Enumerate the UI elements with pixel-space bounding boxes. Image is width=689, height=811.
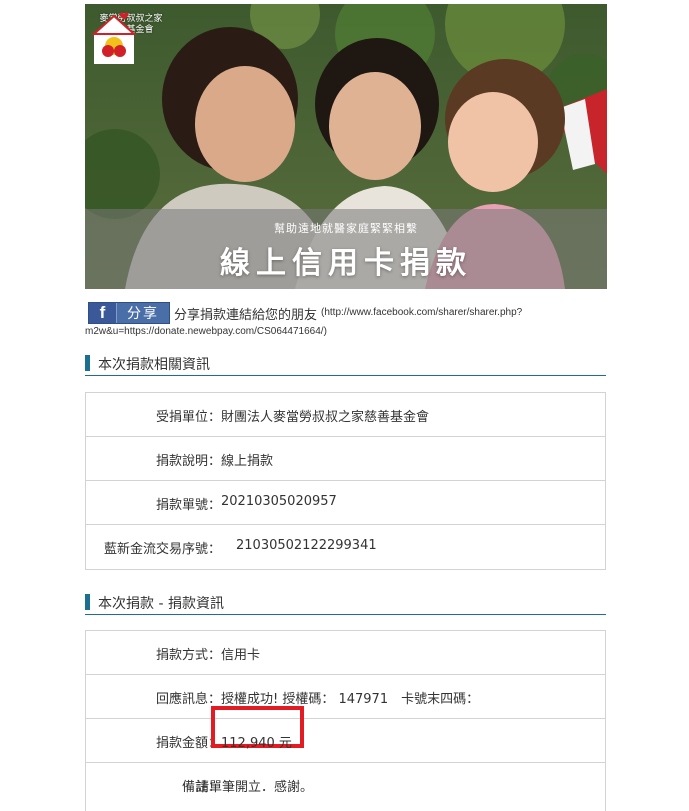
share-button-label: 分享 — [127, 306, 159, 322]
payment-info-table: 捐款方式： 信用卡 回應訊息： 授權成功! 授權碼： 147971 卡號末四碼：… — [85, 630, 606, 811]
info-row-transaction-number: 藍新金流交易序號： 21030502122299341 — [86, 525, 605, 569]
info-row-recipient: 受捐單位： 財團法人麥當勞叔叔之家慈善基金會 — [86, 393, 605, 437]
donation-amount: 112,940 元 — [221, 736, 292, 751]
info-row-description: 捐款說明： 線上捐款 — [86, 437, 605, 481]
info-row-amount: 捐款金額： 112,940 元 — [86, 706, 605, 763]
row-label: 回應訊息： — [155, 692, 221, 707]
row-value: 信用卡 — [221, 648, 261, 663]
info-row-order-number: 捐款單號： 20210305020957 — [86, 481, 605, 525]
row-value: 20210305020957 — [221, 494, 337, 509]
donation-info-header: 本次捐款相關資訊 — [85, 350, 606, 376]
page: 麥當勞叔叔之家 慈善基金會 幫助遠地就醫家庭緊緊相繫 線上信用卡捐款 f 分享 … — [0, 0, 689, 811]
rmhc-logo: 麥當勞叔叔之家 慈善基金會 — [91, 12, 171, 64]
row-value: 授權成功! 授權碼： 147971 卡號末四碼： — [221, 692, 480, 707]
share-url-line1: (http://www.facebook.com/sharer/sharer.p… — [321, 307, 523, 318]
row-value: 21030502122299341 — [236, 538, 377, 553]
info-row-response-message: 回應訊息： 授權成功! 授權碼： 147971 卡號末四碼： — [86, 675, 605, 719]
section-title: 本次捐款相關資訊 — [98, 357, 210, 373]
banner-image: 麥當勞叔叔之家 慈善基金會 幫助遠地就醫家庭緊緊相繫 線上信用卡捐款 — [85, 4, 607, 289]
row-value: 線上捐款 — [221, 454, 274, 469]
row-label: 受捐單位： — [155, 410, 221, 425]
row-label: 藍新金流交易序號： — [103, 542, 221, 557]
share-description: 分享捐款連結給您的朋友 — [174, 308, 318, 323]
row-label: 捐款方式： — [155, 648, 221, 663]
info-row-note: 備註： 請單筆開立．感謝。 — [86, 763, 605, 807]
row-value: 財團法人麥當勞叔叔之家慈善基金會 — [221, 410, 430, 425]
row-value: 請單筆開立．感謝。 — [196, 780, 314, 795]
payment-info-header: 本次捐款 - 捐款資訊 — [85, 589, 606, 615]
row-label: 捐款說明： — [155, 454, 221, 469]
donation-info-table: 受捐單位： 財團法人麥當勞叔叔之家慈善基金會 捐款說明： 線上捐款 捐款單號： … — [85, 392, 606, 570]
banner-title: 線上信用卡捐款 — [220, 246, 472, 281]
facebook-share-button[interactable]: f 分享 — [88, 302, 170, 324]
banner-subtitle: 幫助遠地就醫家庭緊緊相繫 — [274, 222, 418, 235]
row-label: 捐款單號： — [155, 498, 221, 513]
share-url-line2: m2w&u=https://donate.newebpay.com/CS0644… — [85, 326, 327, 337]
facebook-icon: f — [89, 303, 117, 323]
info-row-payment-method: 捐款方式： 信用卡 — [86, 631, 605, 675]
section-accent-bar — [85, 355, 90, 371]
house-heart-icon — [91, 12, 137, 64]
section-title: 本次捐款 - 捐款資訊 — [98, 596, 224, 612]
section-accent-bar — [85, 594, 90, 610]
